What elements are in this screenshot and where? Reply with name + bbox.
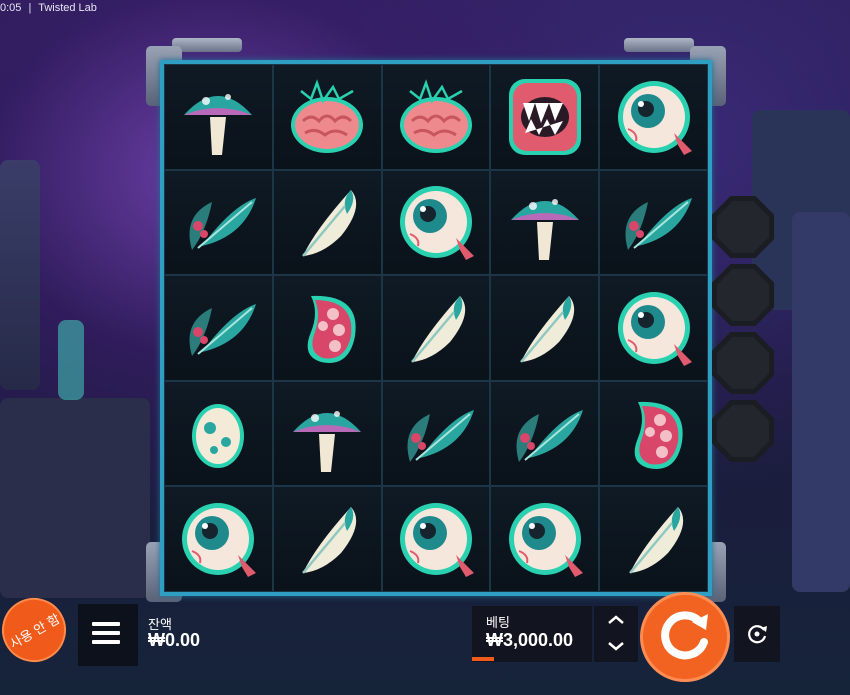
reel-cell	[490, 169, 600, 276]
reel-cell	[599, 486, 708, 592]
reel-cell	[490, 275, 600, 381]
reel-cell	[490, 486, 600, 592]
lab-bottle-left	[58, 320, 84, 400]
bet-increase-button[interactable]	[607, 612, 625, 630]
brain-symbol-icon	[399, 79, 472, 153]
eyeball-symbol-icon	[182, 503, 257, 578]
game-guide-label: 사용 안 함	[6, 610, 63, 652]
meter-slot	[712, 332, 774, 394]
bet-value: ₩3,000.00	[486, 630, 574, 650]
feather-symbol-icon	[302, 507, 357, 574]
bet-stepper	[594, 606, 638, 662]
reel-cell	[164, 380, 273, 487]
reel-cell	[599, 169, 708, 276]
clock-time: 0:05	[0, 2, 22, 14]
feather-symbol-icon	[411, 295, 466, 363]
leaf-symbol-icon	[189, 198, 257, 251]
reel-cell	[272, 486, 382, 592]
tentacle-symbol-icon	[307, 295, 356, 363]
title-separator: |	[28, 2, 32, 14]
bet-decrease-button[interactable]	[607, 638, 625, 656]
eyeball-symbol-icon	[617, 80, 692, 155]
autoplay-icon	[748, 625, 767, 644]
mouth-symbol-icon	[508, 78, 581, 155]
reel-cell	[164, 486, 273, 592]
leaf-symbol-icon	[407, 409, 474, 462]
reel-cell	[272, 275, 382, 381]
reel-frame	[146, 38, 726, 602]
mushroom-symbol-icon	[510, 199, 579, 261]
tentacle-symbol-icon	[634, 401, 683, 469]
reel-cell	[272, 169, 382, 276]
reel-cell	[490, 64, 600, 170]
lab-tank-right	[792, 212, 850, 592]
eyeball-symbol-icon	[399, 503, 474, 578]
lab-machine-left	[0, 398, 150, 598]
leaf-symbol-icon	[625, 198, 692, 251]
reel-cell	[490, 380, 600, 487]
bet-level-indicator	[472, 657, 494, 661]
feather-symbol-icon	[519, 295, 574, 363]
feather-symbol-icon	[628, 507, 683, 574]
reel-cell	[381, 380, 491, 487]
bet-label: 베팅	[486, 615, 510, 630]
spin-button[interactable]	[640, 592, 730, 682]
reel-cell	[381, 64, 491, 170]
reel-cell	[164, 64, 273, 170]
reel-cell	[164, 169, 273, 276]
eyeball-symbol-icon	[508, 503, 583, 578]
feature-meter	[712, 196, 778, 468]
meter-slot	[712, 400, 774, 462]
brain-symbol-icon	[291, 79, 364, 153]
eyeball-symbol-icon	[399, 186, 474, 261]
reel-cell	[272, 380, 382, 487]
feather-symbol-icon	[302, 190, 357, 258]
mushroom-symbol-icon	[184, 93, 253, 155]
egg-symbol-icon	[192, 403, 245, 468]
lab-tank-left	[0, 160, 40, 390]
eyeball-symbol-icon	[617, 291, 692, 366]
game-title: Twisted Lab	[38, 2, 97, 14]
window-title-bar: 0:05 | Twisted Lab	[0, 0, 101, 16]
reel-cell	[381, 169, 491, 276]
reel-cell	[599, 380, 708, 487]
spin-arrow-icon	[661, 611, 708, 660]
leaf-symbol-icon	[189, 303, 257, 356]
meter-slot	[712, 264, 774, 326]
reel-cell	[599, 275, 708, 381]
leaf-symbol-icon	[516, 409, 583, 462]
autoplay-button[interactable]	[734, 606, 780, 662]
hamburger-menu-icon[interactable]	[92, 622, 120, 646]
reel-cell	[381, 275, 491, 381]
frame-handle-top-left	[172, 38, 242, 52]
mushroom-symbol-icon	[293, 410, 362, 472]
balance-value: ₩0.00	[148, 630, 201, 650]
reel-cell	[272, 64, 382, 170]
reel-cell	[381, 486, 491, 592]
reel-grid	[164, 64, 708, 592]
reel-cell	[164, 275, 273, 381]
reel-cell	[599, 64, 708, 170]
meter-slot	[712, 196, 774, 258]
frame-handle-top-right	[624, 38, 694, 52]
